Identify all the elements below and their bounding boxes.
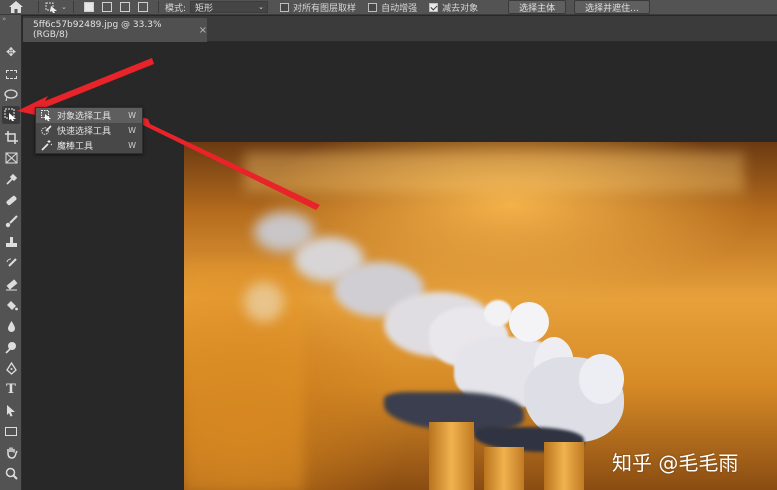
tool-preset-icon[interactable]: ⌄: [45, 2, 67, 13]
document-tab-title: 5ff6c57b92489.jpg @ 33.3%(RGB/8): [33, 20, 162, 40]
zoom-tool-icon[interactable]: [2, 464, 20, 482]
quick-selection-icon: [40, 125, 52, 136]
magic-wand-tool-item[interactable]: 魔棒工具 W: [36, 138, 142, 153]
add-to-selection-icon[interactable]: [102, 2, 112, 12]
select-and-mask-label: 选择并遮住...: [585, 3, 639, 14]
path-selection-tool-icon[interactable]: [2, 401, 20, 419]
document-image[interactable]: [184, 142, 777, 490]
blur-tool-icon[interactable]: [2, 317, 20, 335]
mode-label: 模式:: [165, 3, 187, 14]
mode-value: 矩形: [195, 3, 214, 14]
image-highlight: [244, 152, 744, 192]
tools-panel: » ✥ T: [0, 15, 22, 490]
magic-wand-shortcut: W: [128, 141, 136, 150]
watermark-text: 知乎 @毛毛雨: [612, 451, 739, 475]
frame-tool-icon[interactable]: [2, 149, 20, 167]
quick-selection-tool-item[interactable]: 快速选择工具 W: [36, 123, 142, 138]
auto-enhance-checkbox[interactable]: [368, 2, 378, 12]
history-brush-tool-icon[interactable]: [2, 254, 20, 272]
intersect-selection-icon[interactable]: [138, 2, 148, 12]
subtract-object-checkbox[interactable]: [429, 2, 439, 12]
lasso-tool-icon[interactable]: [2, 86, 20, 104]
options-bar: ⌄ 模式: 矩形 ⌄ 对所有图层取样 自动增强 减去对象 选择主体 选择并遮住.…: [0, 0, 777, 15]
type-tool-icon[interactable]: T: [2, 380, 20, 398]
magic-wand-icon: [40, 140, 52, 151]
healing-brush-tool-icon[interactable]: [2, 191, 20, 209]
mode-select[interactable]: 矩形 ⌄: [190, 1, 269, 14]
dodge-tool-icon[interactable]: [2, 338, 20, 356]
object-selection-label: 对象选择工具: [57, 112, 112, 122]
object-selection-shortcut: W: [128, 111, 136, 120]
separator: [158, 1, 159, 13]
brush-tool-icon[interactable]: [2, 212, 20, 230]
selection-tools-flyout: 对象选择工具 W 快速选择工具 W 魔棒工具 W: [35, 107, 143, 154]
move-tool-icon[interactable]: ✥: [2, 43, 20, 61]
chevron-down-icon: ⌄: [258, 3, 265, 11]
object-selection-tool-icon[interactable]: [2, 106, 20, 124]
panel-collapse-icon[interactable]: »: [0, 15, 21, 25]
bird-shape: [579, 354, 624, 404]
paint-bucket-tool-icon[interactable]: [2, 296, 20, 314]
pen-tool-icon[interactable]: [2, 359, 20, 377]
select-subject-label: 选择主体: [519, 3, 556, 14]
quick-selection-label: 快速选择工具: [57, 127, 112, 137]
fence-post: [544, 442, 584, 490]
select-subject-button[interactable]: 选择主体: [508, 0, 567, 14]
object-selection-tool-item[interactable]: 对象选择工具 W: [36, 108, 142, 123]
fence-post: [429, 422, 474, 490]
sample-all-layers-checkbox[interactable]: [280, 2, 290, 12]
home-button[interactable]: [0, 0, 32, 15]
bird-shape: [244, 282, 284, 322]
sample-all-layers-label: 对所有图层取样: [293, 3, 357, 14]
rectangle-tool-icon[interactable]: [2, 422, 20, 440]
select-and-mask-button[interactable]: 选择并遮住...: [574, 0, 650, 14]
separator: [73, 1, 74, 13]
quick-selection-shortcut: W: [128, 126, 136, 135]
object-selection-icon: [40, 110, 52, 121]
clone-stamp-tool-icon[interactable]: [2, 233, 20, 251]
eraser-tool-icon[interactable]: [2, 275, 20, 293]
subtract-object-label: 减去对象: [442, 3, 479, 14]
fence-post: [484, 447, 524, 490]
document-tab-bar: 5ff6c57b92489.jpg @ 33.3%(RGB/8) ×: [23, 16, 777, 42]
magic-wand-label: 魔棒工具: [57, 142, 94, 152]
crop-tool-icon[interactable]: [2, 128, 20, 146]
separator: [38, 1, 39, 13]
home-icon: [9, 1, 23, 13]
document-tab[interactable]: 5ff6c57b92489.jpg @ 33.3%(RGB/8) ×: [23, 18, 207, 42]
marquee-tool-icon[interactable]: [2, 65, 20, 83]
bird-shape: [509, 302, 549, 342]
new-selection-icon[interactable]: [84, 2, 94, 12]
bird-shape: [484, 300, 512, 326]
eyedropper-tool-icon[interactable]: [2, 170, 20, 188]
auto-enhance-label: 自动增强: [381, 3, 418, 14]
close-icon[interactable]: ×: [199, 25, 207, 36]
subtract-from-selection-icon[interactable]: [120, 2, 130, 12]
hand-tool-icon[interactable]: [2, 443, 20, 461]
